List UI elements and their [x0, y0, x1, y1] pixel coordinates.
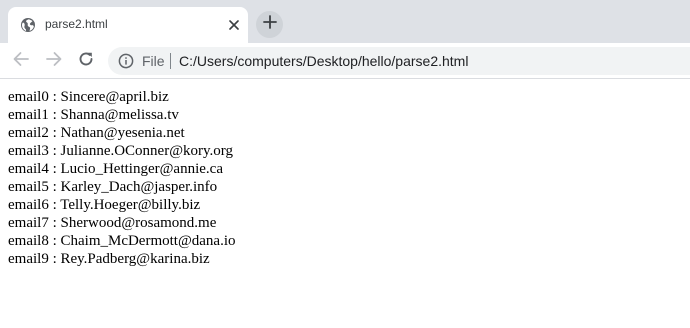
email-line: email2 : Nathan@yesenia.net [8, 125, 185, 141]
email-line: email0 : Sincere@april.biz [8, 89, 169, 105]
arrow-forward-icon [45, 50, 63, 73]
email-line: email7 : Sherwood@rosamond.me [8, 215, 217, 231]
new-tab-button[interactable] [256, 11, 283, 38]
reload-icon [77, 50, 95, 73]
tab-parse2[interactable]: parse2.html [8, 7, 248, 43]
divider [170, 53, 171, 69]
plus-icon [262, 15, 277, 34]
close-icon[interactable] [225, 16, 243, 34]
arrow-back-icon [12, 50, 30, 73]
browser-toolbar: File C:/Users/computers/Desktop/hello/pa… [0, 43, 690, 79]
info-icon[interactable] [118, 53, 134, 69]
email-line: email8 : Chaim_McDermott@dana.io [8, 233, 236, 249]
url-text[interactable]: C:/Users/computers/Desktop/hello/parse2.… [179, 53, 468, 69]
tab-title: parse2.html [45, 17, 108, 31]
globe-icon [20, 17, 36, 33]
tab-strip: parse2.html [0, 0, 690, 43]
email-line: email4 : Lucio_Hettinger@annie.ca [8, 161, 223, 177]
reload-button[interactable] [76, 51, 96, 71]
email-line: email9 : Rey.Padberg@karina.biz [8, 251, 210, 267]
email-line: email3 : Julianne.OConner@kory.org [8, 143, 234, 159]
email-line: email6 : Telly.Hoeger@billy.biz [8, 197, 201, 213]
scheme-chip[interactable]: File [142, 53, 165, 69]
address-bar[interactable]: File C:/Users/computers/Desktop/hello/pa… [108, 47, 690, 75]
forward-button[interactable] [44, 51, 64, 71]
page-content: email0 : Sincere@april.biz email1 : Shan… [8, 88, 678, 268]
email-line: email1 : Shanna@melissa.tv [8, 107, 179, 123]
back-button[interactable] [11, 51, 31, 71]
email-line: email5 : Karley_Dach@jasper.info [8, 179, 218, 195]
